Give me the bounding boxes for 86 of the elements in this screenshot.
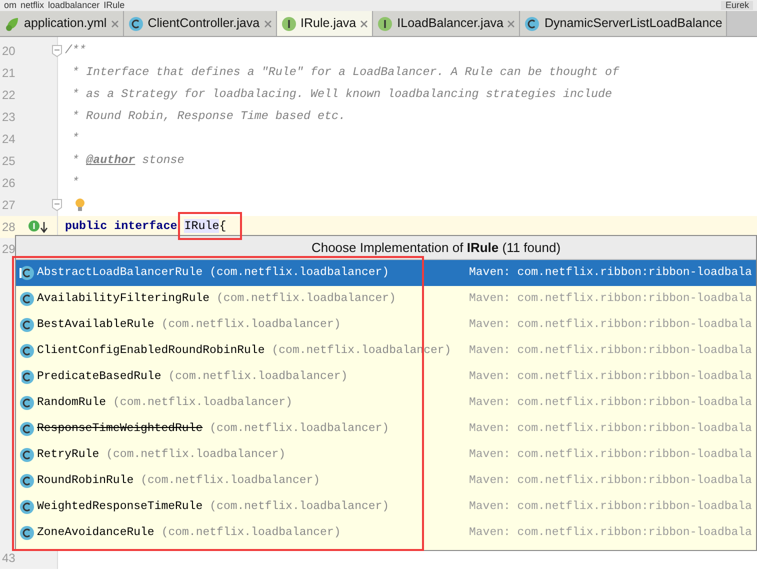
close-icon[interactable] (507, 20, 516, 28)
code-line: * Interface that defines a "Rule" for a LoadBalancer. A Rule can be thought of (71, 64, 620, 82)
line-number: 25 (1, 153, 16, 170)
list-item[interactable]: WeightedResponseTimeRule (com.netflix.loadbalancer) Maven: com.netflix.ribbon:ribbon-loadbala (16, 494, 756, 520)
class-name: AvailabilityFilteringRule (37, 292, 210, 306)
class-name: PredicateBasedRule (37, 370, 162, 384)
editor-tab[interactable]: ILoadBalancer.java (373, 11, 520, 36)
library-name: Maven: com.netflix.ribbon:ribbon-loadbala (469, 265, 752, 282)
editor-tab[interactable]: IRule.java (276, 11, 374, 36)
list-item[interactable]: ZoneAvoidanceRule (com.netflix.loadbalancer) Maven: com.netflix.ribbon:ribbon-loadbala (16, 520, 756, 546)
line-number: 27 (1, 197, 16, 214)
fold-icon[interactable] (52, 199, 62, 211)
editor-tab[interactable]: DynamicServerListLoadBalance (520, 11, 728, 36)
package-name: (com.netflix.loadbalancer) (161, 318, 341, 332)
list-item[interactable]: RoundRobinRule (com.netflix.loadbalancer) Maven: com.netflix.ribbon:ribbon-loadbala (16, 468, 756, 494)
class-icon (128, 16, 144, 32)
line-number: 20 (1, 43, 16, 60)
package-name: (com.netflix.loadbalancer) (210, 422, 390, 436)
library-name: Maven: com.netflix.ribbon:ribbon-loadbala (469, 447, 752, 464)
library-name: Maven: com.netflix.ribbon:ribbon-loadbala (469, 317, 752, 334)
code-line: * Round Robin, Response Time based etc. (71, 108, 346, 126)
library-name: Maven: com.netflix.ribbon:ribbon-loadbala (469, 421, 752, 438)
implemented-icon[interactable] (28, 220, 50, 234)
code-line: * (71, 174, 80, 192)
package-name: (com.netflix.loadbalancer) (140, 474, 320, 488)
fold-icon[interactable] (52, 45, 62, 57)
class-name: RoundRobinRule (37, 474, 134, 488)
code-line: public interface IRule{ (65, 218, 226, 236)
interface-icon (377, 16, 394, 32)
class-name: RetryRule (37, 448, 100, 462)
interface-icon (280, 16, 297, 32)
class-name: BestAvailableRule (37, 318, 154, 332)
highlight-box (178, 212, 242, 240)
line-number: 43 (1, 550, 16, 567)
line-number: 23 (1, 109, 16, 126)
package-name: (com.netflix.loadbalancer) (210, 266, 390, 280)
line-number: 28 (1, 219, 16, 236)
library-name: Maven: com.netflix.ribbon:ribbon-loadbala (469, 395, 752, 412)
package-name: (com.netflix.loadbalancer) (216, 292, 396, 306)
code-line: * (71, 130, 80, 148)
code-line: * @author stonse (71, 152, 184, 170)
leaf-icon (4, 16, 20, 32)
class-name: ResponseTimeWeightedRule (37, 422, 203, 436)
breadcrumb-item[interactable]: IRule (104, 1, 125, 10)
class-icon (524, 16, 540, 32)
package-name: (com.netflix.loadbalancer) (161, 526, 341, 540)
package-name: (com.netflix.loadbalancer) (210, 500, 390, 514)
library-name: Maven: com.netflix.ribbon:ribbon-loadbala (469, 291, 752, 308)
library-name: Maven: com.netflix.ribbon:ribbon-loadbala (469, 369, 752, 386)
breadcrumb-item[interactable]: loadbalancer (48, 1, 100, 10)
library-name: Maven: com.netflix.ribbon:ribbon-loadbala (469, 473, 752, 490)
close-icon[interactable] (110, 20, 119, 28)
list-item[interactable]: ResponseTimeWeightedRule (com.netflix.loadbalancer) Maven: com.netflix.ribbon:ribbon-loadbala (16, 416, 756, 442)
list-item[interactable]: PredicateBasedRule (com.netflix.loadbalancer) Maven: com.netflix.ribbon:ribbon-loadbala (16, 364, 756, 390)
close-icon[interactable] (360, 20, 368, 28)
breadcrumb-item[interactable]: netflix (20, 1, 44, 10)
line-number: 29 (1, 241, 16, 258)
editor-tab[interactable]: ClientController.java (124, 11, 277, 36)
code-line: * as a Strategy for loadbalacing. Well known loadbalancing strategies include (71, 86, 612, 104)
list-item[interactable]: AbstractLoadBalancerRule (com.netflix.loadbalancer) Maven: com.netflix.ribbon:ribbon-loadbala (16, 260, 756, 286)
list-item[interactable]: BestAvailableRule (com.netflix.loadbalancer) Maven: com.netflix.ribbon:ribbon-loadbala (16, 312, 756, 338)
class-name: AbstractLoadBalancerRule (37, 266, 203, 280)
line-number: 21 (1, 65, 16, 82)
editor-tab[interactable]: application.yml (0, 11, 124, 36)
close-icon[interactable] (264, 20, 272, 28)
package-name: (com.netflix.loadbalancer) (113, 396, 292, 410)
lightbulb-icon[interactable] (73, 197, 87, 213)
breadcrumb-item[interactable]: om (4, 1, 17, 10)
class-name: RandomRule (37, 396, 106, 410)
list-item[interactable]: RetryRule (com.netflix.loadbalancer) Maven: com.netflix.ribbon:ribbon-loadbala (16, 442, 756, 468)
class-name: ZoneAvoidanceRule (37, 526, 154, 540)
popup-title: Choose Implementation of IRule (11 found) (310, 238, 562, 257)
class-name: WeightedResponseTimeRule (37, 500, 203, 514)
package-name: (com.netflix.loadbalancer) (168, 370, 348, 384)
list-item[interactable]: RandomRule (com.netflix.loadbalancer) Maven: com.netflix.ribbon:ribbon-loadbala (16, 390, 756, 416)
library-name: Maven: com.netflix.ribbon:ribbon-loadbala (469, 343, 752, 360)
library-name: Maven: com.netflix.ribbon:ribbon-loadbala (469, 499, 752, 516)
package-name: (com.netflix.loadbalancer) (106, 448, 286, 462)
code-line: /** (65, 42, 86, 60)
class-name: ClientConfigEnabledRoundRobinRule (37, 344, 265, 358)
line-number: 26 (1, 175, 16, 192)
toolbar-button[interactable]: Eurek (721, 1, 753, 10)
line-number: 24 (1, 131, 16, 148)
line-number: 22 (1, 87, 16, 104)
library-name: Maven: com.netflix.ribbon:ribbon-loadbala (469, 525, 752, 542)
list-item[interactable]: AvailabilityFilteringRule (com.netflix.loadbalancer) Maven: com.netflix.ribbon:ribbon-loadbala (16, 286, 756, 312)
